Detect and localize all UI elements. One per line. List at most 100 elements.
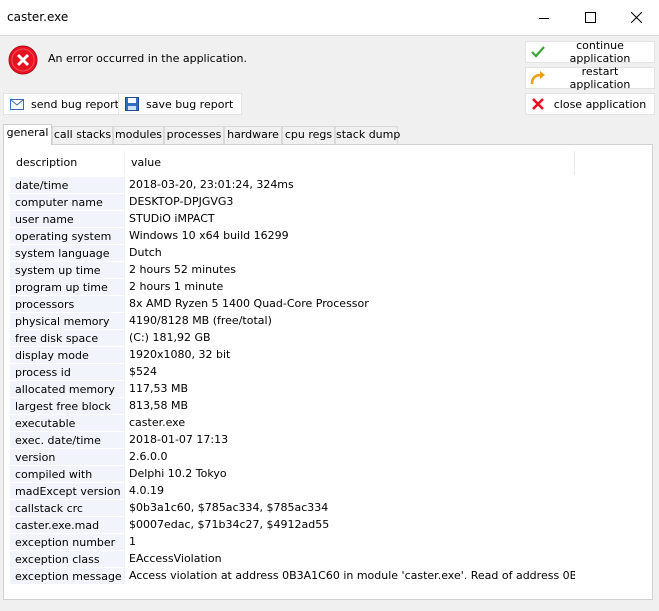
table-row[interactable]: caster.exe.mad $0007edac, $71b34c27, $491… — [10, 516, 575, 533]
red-x-icon — [530, 96, 546, 112]
row-description: exception class — [10, 550, 125, 567]
row-value: Delphi 10.2 Tokyo — [129, 467, 227, 480]
save-bug-report-button[interactable]: save bug report — [118, 93, 243, 115]
row-value: (C:) 181,92 GB — [129, 331, 211, 344]
row-description: system language — [10, 244, 125, 261]
row-description: display mode — [10, 346, 125, 363]
table-row[interactable]: display mode 1920x1080, 32 bit — [10, 346, 575, 363]
close-label: close application — [553, 97, 647, 111]
close-application-button[interactable]: close application — [525, 93, 655, 115]
send-label: send bug report — [31, 97, 119, 111]
row-description: callstack crc — [10, 499, 125, 516]
tab-call-stacks[interactable]: call stacks — [52, 126, 113, 144]
row-description: caster.exe.mad — [10, 516, 125, 533]
row-description: date/time — [10, 176, 125, 193]
table-row[interactable]: exec. date/time 2018-01-07 17:13 — [10, 431, 575, 448]
table-row[interactable]: free disk space (C:) 181,92 GB — [10, 329, 575, 346]
row-description: exec. date/time — [10, 431, 125, 448]
table-row[interactable]: processors 8x AMD Ryzen 5 1400 Quad-Core … — [10, 295, 575, 312]
table-row[interactable]: callstack crc $0b3a1c60, $785ac334, $785a… — [10, 499, 575, 516]
table-row[interactable]: executable caster.exe — [10, 414, 575, 431]
maximize-icon — [584, 12, 596, 23]
row-value: caster.exe — [129, 416, 186, 429]
row-description: processors — [10, 295, 125, 312]
tab-processes[interactable]: processes — [164, 126, 224, 144]
row-description: physical memory — [10, 312, 125, 329]
row-description: exception number — [10, 533, 125, 550]
continue-application-button[interactable]: continue application — [525, 39, 655, 65]
table-row[interactable]: compiled with Delphi 10.2 Tokyo — [10, 465, 575, 482]
table-row[interactable]: system up time 2 hours 52 minutes — [10, 261, 575, 278]
row-description: version — [10, 448, 125, 465]
envelope-icon — [9, 96, 25, 112]
table-row[interactable]: operating system Windows 10 x64 build 162… — [10, 227, 575, 244]
row-value: 813,58 MB — [129, 399, 189, 412]
row-description: free disk space — [10, 329, 125, 346]
table-row[interactable]: system language Dutch — [10, 244, 575, 261]
row-value: $524 — [129, 365, 157, 378]
error-icon — [8, 45, 38, 75]
title-bar: caster.exe — [0, 0, 659, 36]
row-value: 2018-01-07 17:13 — [129, 433, 229, 446]
general-tab-panel: description value date/time 2018-03-20, 2… — [3, 144, 653, 600]
minimize-icon — [539, 17, 549, 19]
minimize-button[interactable] — [521, 0, 567, 35]
row-description: user name — [10, 210, 125, 227]
table-row[interactable]: process id $524 — [10, 363, 575, 380]
row-value: 1920x1080, 32 bit — [129, 348, 231, 361]
row-value: Dutch — [129, 246, 162, 259]
row-value: 1 — [129, 535, 136, 548]
row-value: DESKTOP-DPJGVG3 — [129, 195, 234, 208]
table-row[interactable]: user name STUDiO iMPACT — [10, 210, 575, 227]
tab-cpu-regs[interactable]: cpu regs — [282, 126, 335, 144]
tab-general[interactable]: general — [3, 124, 52, 145]
table-row[interactable]: program up time 2 hours 1 minute — [10, 278, 575, 295]
table-row[interactable]: madExcept version 4.0.19 — [10, 482, 575, 499]
table-row[interactable]: physical memory 4190/8128 MB (free/total) — [10, 312, 575, 329]
close-icon — [630, 12, 642, 23]
table-row[interactable]: date/time 2018-03-20, 23:01:24, 324ms — [10, 176, 575, 193]
row-value: $0b3a1c60, $785ac334, $785ac334 — [129, 501, 329, 514]
row-value: 2 hours 1 minute — [129, 280, 224, 293]
row-description: executable — [10, 414, 125, 431]
row-value: $0007edac, $71b34c27, $4912ad55 — [129, 518, 330, 531]
row-value: Windows 10 x64 build 16299 — [129, 229, 289, 242]
row-description: largest free block — [10, 397, 125, 414]
row-value: EAccessViolation — [129, 552, 222, 565]
table-row[interactable]: exception class EAccessViolation — [10, 550, 575, 567]
description-column-header[interactable]: description — [10, 151, 125, 175]
row-value: 8x AMD Ryzen 5 1400 Quad-Core Processor — [129, 297, 369, 310]
checkmark-icon — [530, 44, 546, 60]
table-row[interactable]: largest free block 813,58 MB — [10, 397, 575, 414]
save-label: save bug report — [146, 97, 234, 111]
row-description: madExcept version — [10, 482, 125, 499]
row-value: Access violation at address 0B3A1C60 in … — [129, 569, 575, 582]
close-window-button[interactable] — [613, 0, 659, 35]
table-body: date/time 2018-03-20, 23:01:24, 324ms comp… — [10, 176, 575, 584]
restart-application-button[interactable]: restart application — [525, 65, 655, 91]
table-row[interactable]: allocated memory 117,53 MB — [10, 380, 575, 397]
row-value: 2.6.0.0 — [129, 450, 168, 463]
row-value: 2018-03-20, 23:01:24, 324ms — [129, 178, 294, 191]
table-row[interactable]: computer name DESKTOP-DPJGVG3 — [10, 193, 575, 210]
info-table: description value date/time 2018-03-20, 2… — [10, 151, 575, 584]
row-description: exception message — [10, 567, 125, 584]
value-column-header[interactable]: value — [125, 151, 575, 175]
row-value: 2 hours 52 minutes — [129, 263, 236, 276]
send-bug-report-button[interactable]: send bug report — [3, 93, 128, 115]
row-description: computer name — [10, 193, 125, 210]
table-row[interactable]: exception number 1 — [10, 533, 575, 550]
tab-hardware[interactable]: hardware — [224, 126, 282, 144]
row-description: system up time — [10, 261, 125, 278]
tab-stack-dump[interactable]: stack dump — [335, 126, 400, 144]
maximize-button[interactable] — [567, 0, 613, 35]
row-description: compiled with — [10, 465, 125, 482]
row-value: 4.0.19 — [129, 484, 164, 497]
continue-label: continue application — [569, 39, 631, 65]
tab-modules[interactable]: modules — [113, 126, 164, 144]
table-row[interactable]: version 2.6.0.0 — [10, 448, 575, 465]
window-title: caster.exe — [7, 10, 69, 24]
row-value: 4190/8128 MB (free/total) — [129, 314, 272, 327]
table-row[interactable]: exception message Access violation at add… — [10, 567, 575, 584]
row-description: allocated memory — [10, 380, 125, 397]
